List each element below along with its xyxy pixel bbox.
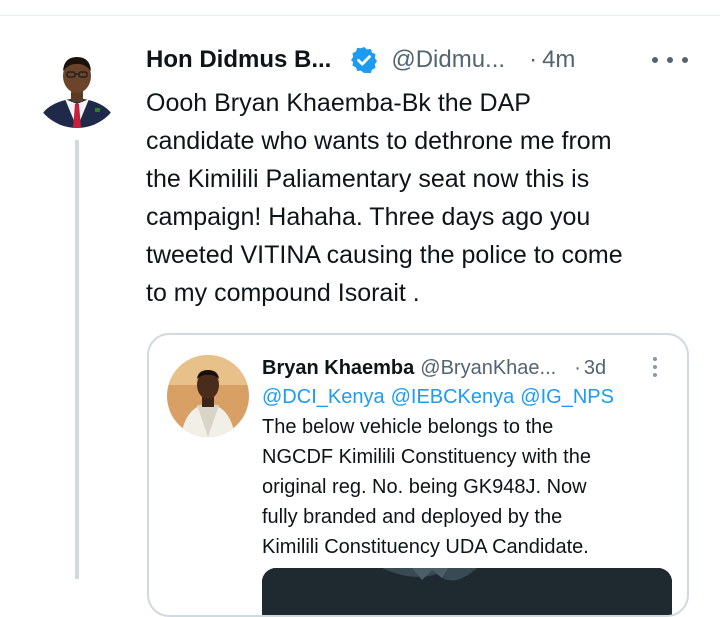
more-vertical-icon[interactable]	[653, 357, 657, 377]
tweet-timestamp[interactable]: 4m	[542, 46, 575, 74]
top-divider	[0, 15, 720, 16]
quoted-tweet-card[interactable]: Bryan Khaemba @BryanKhae... · 3d @DCI_Ke…	[147, 333, 689, 617]
thread-connector-line	[75, 140, 79, 579]
mention-link[interactable]: @DCI_Kenya	[262, 386, 385, 408]
quoted-author-avatar	[167, 355, 249, 437]
quoted-author-handle[interactable]: @BryanKhae...	[420, 357, 556, 380]
author-name[interactable]: Hon Didmus B...	[146, 46, 331, 74]
quoted-timestamp[interactable]: 3d	[584, 357, 606, 380]
author-avatar[interactable]	[32, 38, 122, 128]
quoted-media-image[interactable]	[262, 568, 672, 615]
separator-dot: ·	[529, 46, 538, 73]
quoted-author-name[interactable]: Bryan Khaemba	[262, 357, 414, 380]
author-handle[interactable]: @Didmu...	[391, 46, 505, 74]
quoted-separator-dot: ·	[574, 356, 581, 379]
tweet-body-text: Oooh Bryan Khaemba-Bk the DAP candidate …	[146, 89, 623, 307]
mention-link[interactable]: @IEBCKenya	[391, 386, 515, 408]
mention-link[interactable]: @IG_NPS	[520, 386, 614, 408]
more-horizontal-icon[interactable]	[652, 47, 688, 73]
quoted-body-text: The below vehicle belongs to the NGCDF K…	[262, 416, 591, 558]
quoted-tweet-header: Bryan Khaemba @BryanKhae... · 3d	[262, 353, 606, 383]
tweet-header: Hon Didmus B... @Didmu... · 4m	[146, 43, 575, 77]
verified-badge-icon	[349, 45, 379, 75]
quoted-mentions: @DCI_Kenya @IEBCKenya @IG_NPS	[262, 382, 620, 412]
